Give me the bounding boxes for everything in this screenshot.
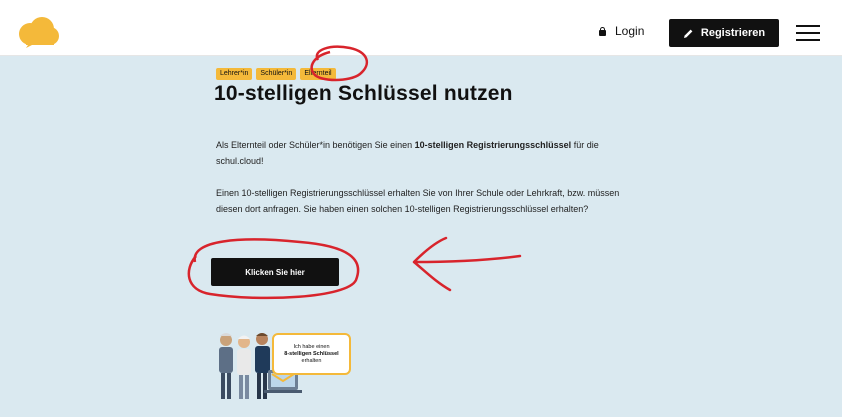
tag-student[interactable]: Schüler*in <box>256 68 297 80</box>
intro-bold-text: 10-stelligen Registrierungsschlüssel <box>414 140 572 150</box>
intro-text: Als Elternteil oder Schüler*in benötigen… <box>216 140 415 150</box>
menu-line <box>796 32 820 34</box>
speech-bubble: Ich habe einen 8-stelligen Schlüssel erh… <box>272 333 351 375</box>
menu-line <box>796 25 820 27</box>
bubble-line-1: Ich habe einen <box>293 343 330 350</box>
pencil-icon <box>683 29 693 38</box>
register-label: Registrieren <box>700 27 766 39</box>
hamburger-menu-icon[interactable] <box>796 23 820 43</box>
login-label: Login <box>615 24 645 38</box>
main-content <box>0 56 842 417</box>
intro-paragraph: Als Elternteil oder Schüler*in benötigen… <box>216 137 636 169</box>
top-navigation-bar: Login Registrieren <box>0 0 842 56</box>
lock-icon <box>598 26 607 36</box>
register-button[interactable]: Registrieren <box>669 19 779 47</box>
bubble-line-3: erhalten <box>301 357 322 364</box>
info-paragraph: Einen 10-stelligen Registrierungsschlüss… <box>216 188 620 214</box>
login-link[interactable]: Login <box>598 24 644 38</box>
cloud-logo-icon[interactable] <box>16 16 60 48</box>
page-title: 10-stelligen Schlüssel nutzen <box>214 82 513 105</box>
menu-line <box>796 39 820 41</box>
role-tags: Lehrer*in Schüler*in Elternteil <box>216 68 336 80</box>
tag-parent[interactable]: Elternteil <box>300 68 336 80</box>
click-here-button[interactable]: Klicken Sie hier <box>211 258 339 286</box>
tag-teacher[interactable]: Lehrer*in <box>216 68 253 80</box>
bubble-line-2: 8-stelligen Schlüssel <box>284 350 339 357</box>
